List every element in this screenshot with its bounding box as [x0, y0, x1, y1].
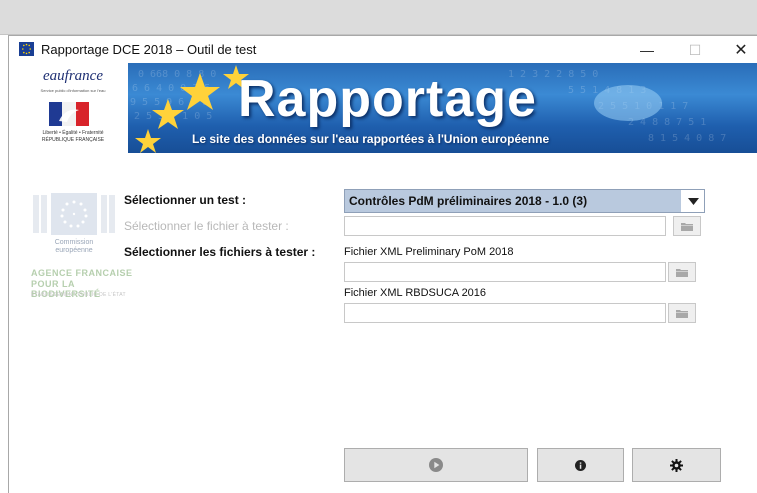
- file1-label: Fichier XML Preliminary PoM 2018: [344, 246, 514, 258]
- app-window: Rapportage DCE 2018 – Outil de test — ☐ …: [8, 35, 757, 493]
- commission-label: Commission européenne: [31, 239, 117, 255]
- chevron-down-icon[interactable]: [682, 190, 704, 212]
- afb-line1: AGENCE FRANCAISE: [31, 268, 133, 278]
- select-test-label: Sélectionner un test :: [124, 193, 247, 207]
- window-title: Rapportage DCE 2018 – Outil de test: [41, 42, 257, 57]
- svg-text:0 668 0 8 8 0: 0 668 0 8 8 0: [138, 69, 216, 80]
- single-file-field[interactable]: [344, 216, 666, 236]
- commission-europeenne-logo: Commission européenne: [31, 191, 117, 257]
- svg-text:8 1 5 4 0 8 7: 8 1 5 4 0 8 7: [648, 133, 726, 144]
- test-select-dropdown[interactable]: Contrôles PdM préliminaires 2018 - 1.0 (…: [344, 189, 705, 213]
- agence-francaise-biodiversite-logo: AGENCE FRANCAISE POUR LA BIODIVERSITÉ ÉT…: [31, 268, 141, 318]
- close-button[interactable]: ✕: [719, 36, 757, 64]
- file2-label: Fichier XML RBDSUCA 2016: [344, 287, 487, 299]
- test-select-value[interactable]: Contrôles PdM préliminaires 2018 - 1.0 (…: [345, 190, 681, 212]
- info-button[interactable]: [537, 448, 624, 482]
- file1-path-field[interactable]: [344, 262, 666, 282]
- desktop-top-strip: [0, 0, 757, 35]
- banner-title: Rapportage: [238, 70, 537, 128]
- title-bar[interactable]: Rapportage DCE 2018 – Outil de test — ☐ …: [9, 36, 757, 64]
- eu-flag-icon: [19, 42, 34, 56]
- afb-line3: ÉTABLISSEMENT PUBLIC DE L'ÉTAT: [31, 292, 126, 298]
- folder-icon: [676, 268, 688, 277]
- select-files-label: Sélectionner les fichiers à tester :: [124, 245, 316, 259]
- commission-line1: Commission: [54, 239, 94, 246]
- settings-button[interactable]: [632, 448, 721, 482]
- file1-browse-button[interactable]: [668, 262, 696, 282]
- info-icon: [575, 459, 586, 471]
- republique-name: RÉPUBLIQUE FRANÇAISE: [41, 137, 105, 143]
- republique-motto: Liberté • Égalité • Fraternité: [42, 130, 104, 136]
- commission-line2: européenne: [55, 247, 93, 254]
- banner-subtitle: Le site des données sur l'eau rapportées…: [192, 132, 550, 146]
- minimize-button[interactable]: —: [625, 36, 669, 64]
- gear-icon: [670, 458, 683, 472]
- single-file-browse-button[interactable]: [673, 216, 701, 236]
- marianne-logo-icon: [49, 102, 89, 126]
- folder-icon: [676, 309, 688, 318]
- folder-icon: [681, 222, 693, 231]
- run-test-button[interactable]: [344, 448, 528, 482]
- eaufrance-tagline: Service public d'information sur l'eau: [40, 88, 106, 93]
- eaufrance-wordmark: eaufrance: [43, 68, 103, 84]
- select-file-label: Sélectionner le fichier à tester :: [124, 219, 289, 233]
- play-icon: [429, 458, 443, 472]
- rapportage-banner: 0 668 0 8 8 0 6 6 4 0 0 3 5 9 5 5 9 6 7 …: [128, 63, 757, 153]
- commission-emblem-icon: [33, 193, 115, 235]
- eaufrance-logo: eaufrance Service public d'information s…: [21, 68, 125, 148]
- file2-browse-button[interactable]: [668, 303, 696, 323]
- maximize-button[interactable]: ☐: [673, 36, 717, 64]
- file2-path-field[interactable]: [344, 303, 666, 323]
- republique-francaise-text: Liberté • Égalité • Fraternité RÉPUBLIQU…: [21, 130, 125, 144]
